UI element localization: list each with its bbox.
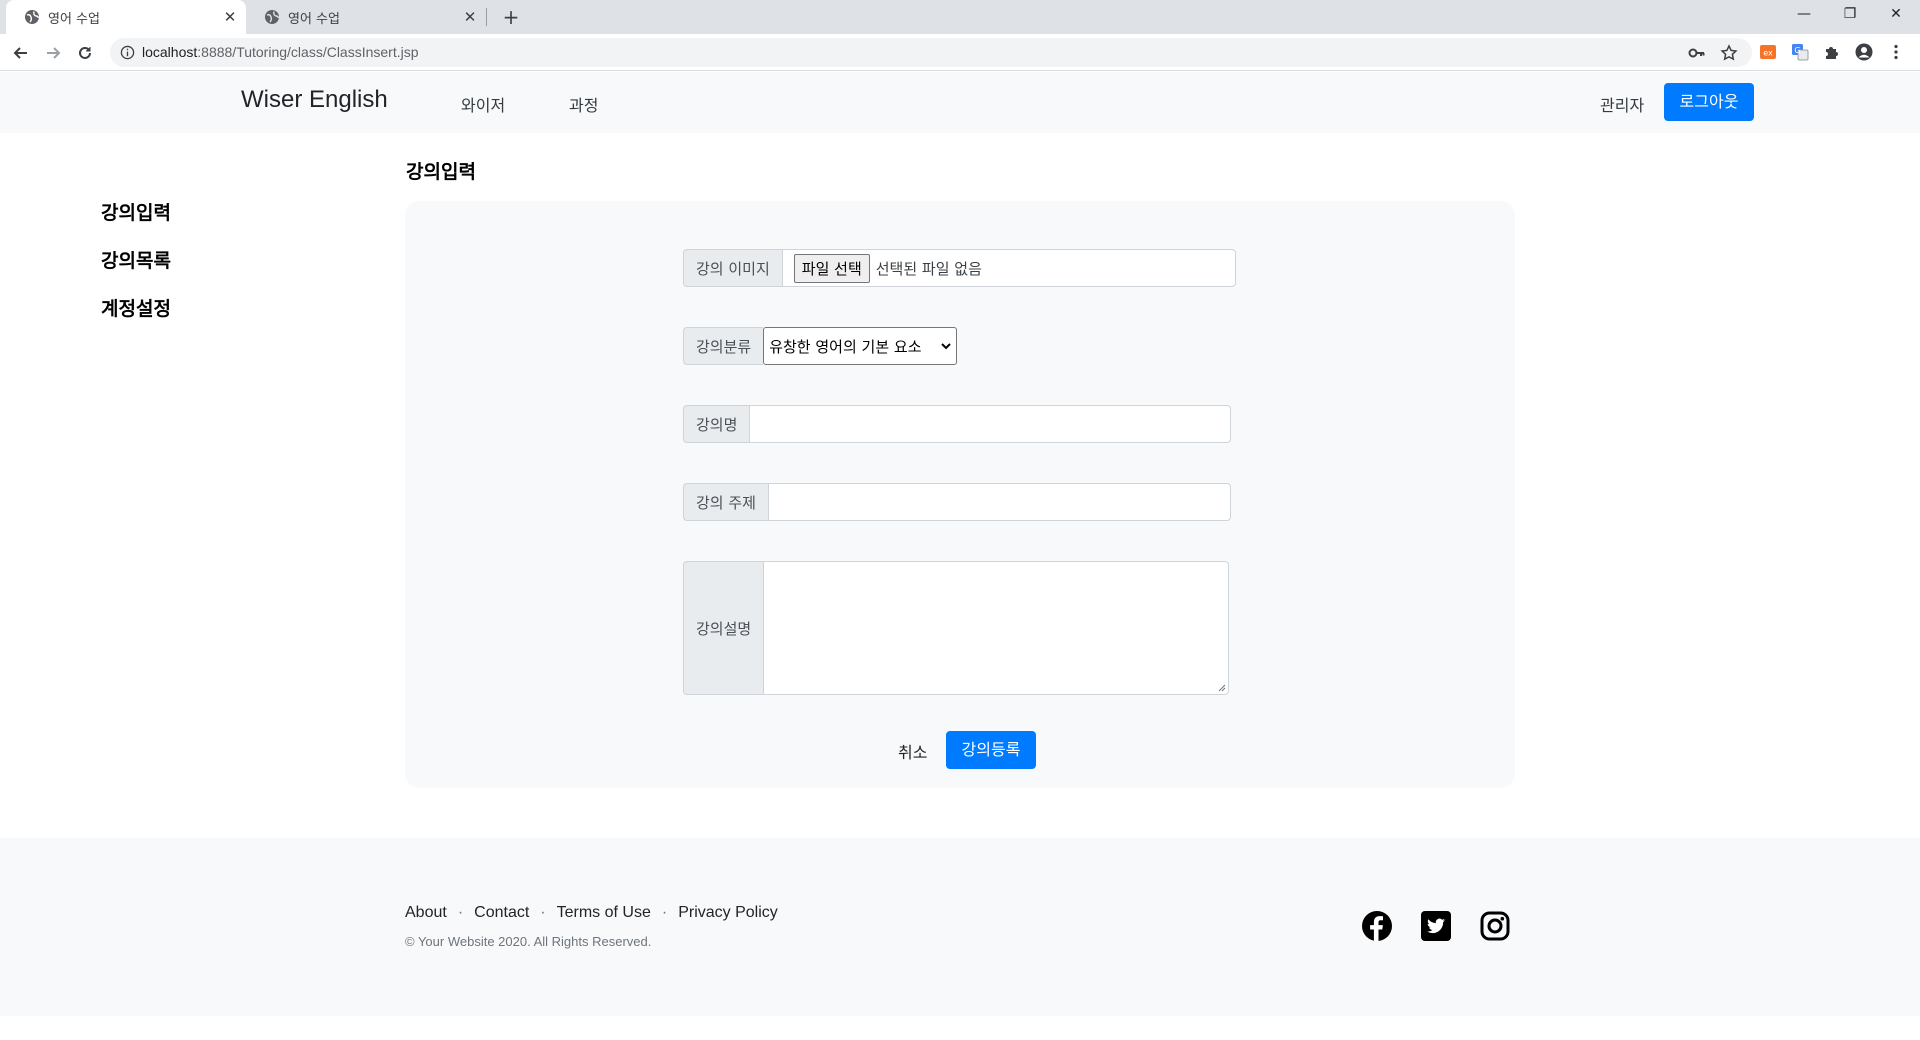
close-window-icon[interactable]: ✕ xyxy=(1873,0,1919,30)
extension-ex-icon[interactable]: ex xyxy=(1759,43,1777,61)
class-topic-label: 강의 주제 xyxy=(683,483,768,521)
address-bar[interactable]: localhost:8888/Tutoring/class/ClassInser… xyxy=(110,38,1752,67)
url-text: localhost:8888/Tutoring/class/ClassInser… xyxy=(142,44,419,60)
restore-icon[interactable]: ❐ xyxy=(1827,0,1873,30)
class-description-textarea[interactable] xyxy=(763,561,1230,695)
class-name-label: 강의명 xyxy=(683,405,750,443)
separator-dot: · xyxy=(661,904,668,921)
browser-toolbar: localhost:8888/Tutoring/class/ClassInser… xyxy=(0,34,1920,71)
tab-separator xyxy=(486,8,487,26)
footer: About · Contact · Terms of Use · Privacy… xyxy=(0,838,1920,1016)
forward-icon[interactable] xyxy=(40,40,66,66)
close-tab-icon[interactable]: ✕ xyxy=(460,8,480,26)
class-image-label: 강의 이미지 xyxy=(683,249,782,287)
footer-link-privacy[interactable]: Privacy Policy xyxy=(678,904,778,922)
new-tab-icon[interactable]: + xyxy=(498,4,524,30)
logout-button[interactable]: 로그아웃 xyxy=(1664,83,1754,121)
sidebar-item-class-list[interactable]: 강의목록 xyxy=(101,246,171,273)
class-image-file-input[interactable]: 파일 선택 선택된 파일 없음 xyxy=(781,249,1236,287)
class-description-group: 강의설명 xyxy=(683,561,1230,695)
class-topic-group: 강의 주제 xyxy=(683,483,1231,521)
puzzle-icon[interactable] xyxy=(1823,43,1841,61)
info-icon[interactable] xyxy=(120,45,135,60)
browser-tab-active[interactable]: 영어 수업 ✕ xyxy=(6,0,246,34)
class-name-group: 강의명 xyxy=(683,405,1232,443)
key-icon[interactable] xyxy=(1688,44,1706,62)
file-status: 선택된 파일 없음 xyxy=(875,259,982,278)
nav-link-course[interactable]: 과정 xyxy=(569,92,598,116)
chevron-down-icon xyxy=(941,343,951,350)
class-category-group: 강의분류 유창한 영어의 기본 요소 xyxy=(683,327,958,365)
menu-icon[interactable] xyxy=(1887,43,1905,61)
separator-dot: · xyxy=(540,904,546,921)
facebook-icon[interactable] xyxy=(1361,910,1393,942)
tab-title: 영어 수업 xyxy=(48,11,100,27)
footer-link-contact[interactable]: Contact xyxy=(474,904,529,922)
class-category-label: 강의분류 xyxy=(683,327,764,365)
reload-icon[interactable] xyxy=(72,40,98,66)
separator-dot: · xyxy=(457,904,464,921)
twitter-icon[interactable] xyxy=(1420,910,1452,942)
svg-text:G: G xyxy=(1794,46,1800,55)
sidebar-item-class-insert[interactable]: 강의입력 xyxy=(101,198,171,225)
browser-tabbar: 영어 수업 ✕ 영어 수업 ✕ + — ❐ ✕ xyxy=(0,0,1920,34)
instagram-icon[interactable] xyxy=(1479,910,1511,942)
footer-link-terms[interactable]: Terms of Use xyxy=(557,904,651,922)
globe-icon xyxy=(265,10,280,24)
site-navbar: Wiser English 와이저 과정 관리자 로그아웃 xyxy=(0,72,1920,133)
browser-tab[interactable]: 영어 수업 ✕ xyxy=(246,0,486,34)
resize-handle-icon[interactable] xyxy=(1216,682,1226,692)
class-image-group: 강의 이미지 파일 선택 선택된 파일 없음 xyxy=(683,249,1236,287)
class-topic-input[interactable] xyxy=(767,483,1231,521)
class-name-input[interactable] xyxy=(749,405,1232,443)
footer-link-about[interactable]: About xyxy=(405,904,447,922)
brand-logo[interactable]: Wiser English xyxy=(241,86,388,114)
cancel-button[interactable]: 취소 xyxy=(898,739,927,763)
admin-link[interactable]: 관리자 xyxy=(1600,92,1644,116)
profile-icon[interactable] xyxy=(1855,43,1873,61)
back-icon[interactable] xyxy=(8,40,34,66)
class-category-select[interactable]: 유창한 영어의 기본 요소 xyxy=(763,327,958,365)
close-tab-icon[interactable]: ✕ xyxy=(220,8,240,26)
class-category-selected: 유창한 영어의 기본 요소 xyxy=(769,337,922,356)
choose-file-button[interactable]: 파일 선택 xyxy=(793,253,870,283)
minimize-icon[interactable]: — xyxy=(1781,0,1827,30)
globe-icon xyxy=(25,10,40,24)
translate-icon[interactable]: G xyxy=(1791,43,1809,61)
page-title: 강의입력 xyxy=(406,161,476,183)
class-description-label: 강의설명 xyxy=(683,561,764,695)
sidebar-item-account-settings[interactable]: 계정설정 xyxy=(101,294,171,321)
copyright-text: © Your Website 2020. All Rights Reserved… xyxy=(405,934,652,949)
submit-class-button[interactable]: 강의등록 xyxy=(946,731,1036,769)
footer-links: About · Contact · Terms of Use · Privacy… xyxy=(405,904,778,922)
tab-title: 영어 수업 xyxy=(288,11,340,27)
nav-link-wiser[interactable]: 와이저 xyxy=(461,92,505,116)
svg-text:ex: ex xyxy=(1763,49,1773,58)
star-icon[interactable] xyxy=(1720,44,1738,62)
